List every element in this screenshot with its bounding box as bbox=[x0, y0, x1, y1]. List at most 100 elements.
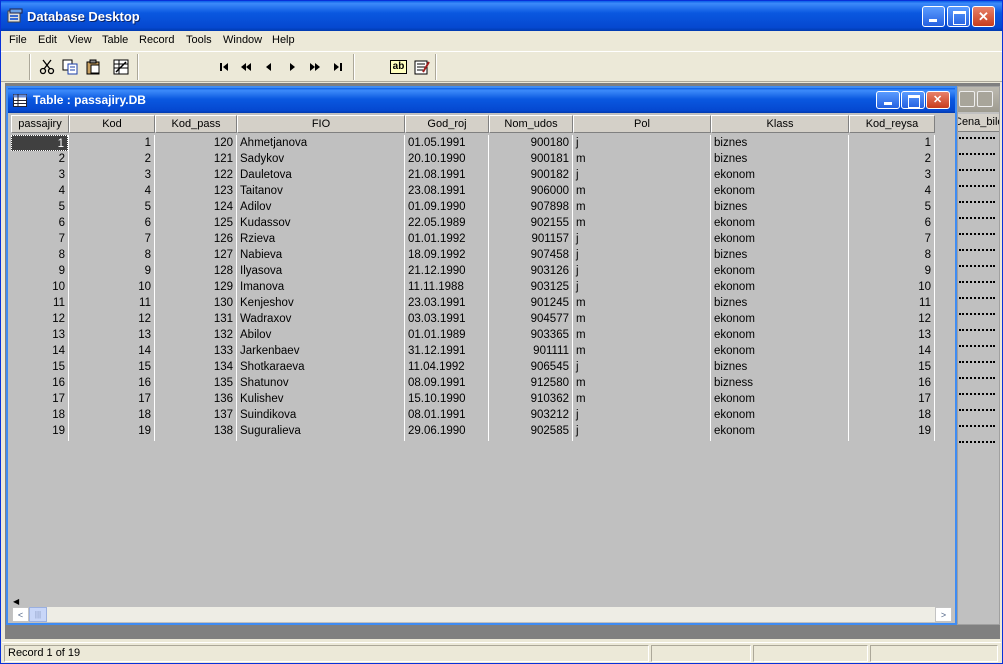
minimize-button[interactable] bbox=[922, 6, 945, 27]
background-column-header[interactable]: Cena_bilet bbox=[958, 114, 999, 132]
cell-god-roj[interactable]: 15.10.1990 bbox=[405, 391, 488, 407]
last-record-icon[interactable] bbox=[327, 56, 348, 77]
cell-nom-udos[interactable]: 907458 bbox=[489, 247, 572, 263]
cell-klass[interactable]: biznes bbox=[711, 135, 848, 151]
cell-passajiry[interactable]: 12 bbox=[11, 311, 68, 327]
cell-god-roj[interactable]: 22.05.1989 bbox=[405, 215, 488, 231]
table-row[interactable]: 13 13 132 Abilov 01.01.1989 903365 m ekonom 13 bbox=[11, 327, 952, 343]
cell-kod[interactable]: 15 bbox=[69, 359, 154, 375]
cell-kod-reysa[interactable]: 1 bbox=[849, 135, 934, 151]
horizontal-scrollbar[interactable]: < ||| > bbox=[11, 606, 953, 623]
cell-pol[interactable]: j bbox=[573, 423, 710, 439]
copy-icon[interactable] bbox=[59, 56, 80, 77]
cell-god-roj[interactable]: 20.10.1990 bbox=[405, 151, 488, 167]
cell-fio[interactable]: Taitanov bbox=[237, 183, 404, 199]
cell-kod-pass[interactable]: 136 bbox=[155, 391, 236, 407]
edit-data-icon[interactable] bbox=[411, 56, 432, 77]
cell-pol[interactable]: m bbox=[573, 343, 710, 359]
cell-kod-pass[interactable]: 129 bbox=[155, 279, 236, 295]
cell-kod-reysa[interactable]: 7 bbox=[849, 231, 934, 247]
cell-passajiry[interactable]: 10 bbox=[11, 279, 68, 295]
background-window-title-bar[interactable] bbox=[958, 87, 999, 112]
table-row[interactable]: 15 15 134 Shotkaraeva 11.04.1992 906545 j bizne… bbox=[11, 359, 952, 375]
table-close-button[interactable] bbox=[926, 91, 950, 109]
cell-fio[interactable]: Imanova bbox=[237, 279, 404, 295]
cell-fio[interactable]: Jarkenbaev bbox=[237, 343, 404, 359]
cell-pol[interactable]: j bbox=[573, 167, 710, 183]
cell-kod-pass[interactable]: 125 bbox=[155, 215, 236, 231]
cell-passajiry[interactable]: 17 bbox=[11, 391, 68, 407]
cell-kod-pass[interactable]: 132 bbox=[155, 327, 236, 343]
cell-kod-reysa[interactable]: 14 bbox=[849, 343, 934, 359]
table-row[interactable]: 2 2 121 Sadykov 20.10.1990 900181 m biznes 2 bbox=[11, 151, 952, 167]
cell-fio[interactable]: Ahmetjanova bbox=[237, 135, 404, 151]
table-minimize-button[interactable] bbox=[876, 91, 900, 109]
cell-klass[interactable]: biznes bbox=[711, 247, 848, 263]
restructure-icon[interactable] bbox=[110, 56, 131, 77]
cell-kod[interactable]: 1 bbox=[69, 135, 154, 151]
cell-passajiry[interactable]: 11 bbox=[11, 295, 68, 311]
cell-passajiry[interactable]: 8 bbox=[11, 247, 68, 263]
cell-kod-reysa[interactable]: 17 bbox=[849, 391, 934, 407]
cell-kod-reysa[interactable]: 10 bbox=[849, 279, 934, 295]
cell-god-roj[interactable]: 29.06.1990 bbox=[405, 423, 488, 439]
cell-nom-udos[interactable]: 900180 bbox=[489, 135, 572, 151]
table-row[interactable]: 1 1 120 Ahmetjanova 01.05.1991 900180 j biznes 1 bbox=[11, 135, 952, 151]
cell-nom-udos[interactable]: 903365 bbox=[489, 327, 572, 343]
cell-pol[interactable]: m bbox=[573, 295, 710, 311]
cell-god-roj[interactable]: 31.12.1991 bbox=[405, 343, 488, 359]
cell-god-roj[interactable]: 08.09.1991 bbox=[405, 375, 488, 391]
cell-nom-udos[interactable]: 902585 bbox=[489, 423, 572, 439]
cell-pol[interactable]: m bbox=[573, 199, 710, 215]
cell-klass[interactable]: ekonom bbox=[711, 215, 848, 231]
paste-icon[interactable] bbox=[82, 56, 103, 77]
cell-kod-pass[interactable]: 121 bbox=[155, 151, 236, 167]
column-header-fio[interactable]: FIO bbox=[237, 115, 405, 133]
cell-kod[interactable]: 14 bbox=[69, 343, 154, 359]
cell-klass[interactable]: biznes bbox=[711, 151, 848, 167]
table-maximize-button[interactable] bbox=[901, 91, 925, 109]
cell-kod[interactable]: 18 bbox=[69, 407, 154, 423]
cell-god-roj[interactable]: 11.04.1992 bbox=[405, 359, 488, 375]
cell-kod-reysa[interactable]: 15 bbox=[849, 359, 934, 375]
background-window-restore-button[interactable] bbox=[959, 91, 975, 107]
cell-klass[interactable]: ekonom bbox=[711, 183, 848, 199]
cell-klass[interactable]: ekonom bbox=[711, 263, 848, 279]
cell-kod[interactable]: 4 bbox=[69, 183, 154, 199]
cell-fio[interactable]: Suguralieva bbox=[237, 423, 404, 439]
next-record-icon[interactable] bbox=[281, 56, 302, 77]
cell-kod-reysa[interactable]: 6 bbox=[849, 215, 934, 231]
cell-kod-reysa[interactable]: 13 bbox=[849, 327, 934, 343]
cell-pol[interactable]: j bbox=[573, 231, 710, 247]
cell-klass[interactable]: ekonom bbox=[711, 167, 848, 183]
cell-klass[interactable]: biznes bbox=[711, 199, 848, 215]
cell-nom-udos[interactable]: 900182 bbox=[489, 167, 572, 183]
cell-klass[interactable]: ekonom bbox=[711, 279, 848, 295]
table-row[interactable]: 10 10 129 Imanova 11.11.1988 903125 j ekonom 10 bbox=[11, 279, 952, 295]
table-row[interactable]: 9 9 128 Ilyasova 21.12.1990 903126 j ekonom 9 bbox=[11, 263, 952, 279]
next-set-icon[interactable] bbox=[304, 56, 325, 77]
table-row[interactable]: 4 4 123 Taitanov 23.08.1991 906000 m ekonom 4 bbox=[11, 183, 952, 199]
cell-god-roj[interactable]: 21.12.1990 bbox=[405, 263, 488, 279]
menu-edit[interactable]: Edit bbox=[38, 34, 57, 46]
table-row[interactable]: 5 5 124 Adilov 01.09.1990 907898 m biznes 5 bbox=[11, 199, 952, 215]
column-header-nom-udos[interactable]: Nom_udos bbox=[489, 115, 573, 133]
cell-fio[interactable]: Kudassov bbox=[237, 215, 404, 231]
first-record-icon[interactable] bbox=[213, 56, 234, 77]
cell-fio[interactable]: Rzieva bbox=[237, 231, 404, 247]
column-header-kod-reysa[interactable]: Kod_reysa bbox=[849, 115, 935, 133]
cell-kod-pass[interactable]: 128 bbox=[155, 263, 236, 279]
cell-kod[interactable]: 7 bbox=[69, 231, 154, 247]
cell-klass[interactable]: bizness bbox=[711, 375, 848, 391]
close-button[interactable] bbox=[972, 6, 995, 27]
cell-pol[interactable]: m bbox=[573, 311, 710, 327]
cell-passajiry[interactable]: 1 bbox=[11, 135, 68, 151]
cell-kod-reysa[interactable]: 3 bbox=[849, 167, 934, 183]
cell-passajiry[interactable]: 15 bbox=[11, 359, 68, 375]
cell-nom-udos[interactable]: 910362 bbox=[489, 391, 572, 407]
cell-god-roj[interactable]: 08.01.1991 bbox=[405, 407, 488, 423]
cell-klass[interactable]: biznes bbox=[711, 359, 848, 375]
cell-nom-udos[interactable]: 903125 bbox=[489, 279, 572, 295]
cell-nom-udos[interactable]: 906000 bbox=[489, 183, 572, 199]
column-header-passajiry[interactable]: passajiry bbox=[11, 115, 69, 133]
